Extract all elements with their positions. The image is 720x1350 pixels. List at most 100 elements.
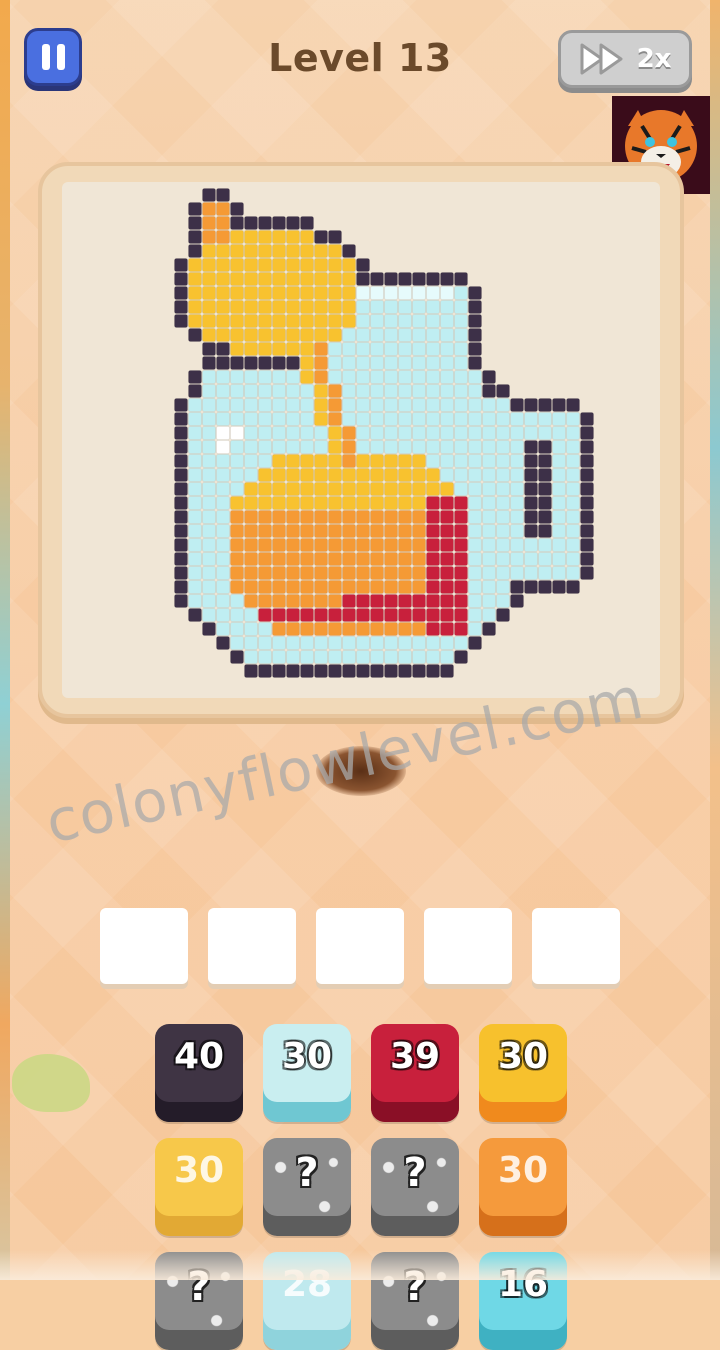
pixel-cell <box>468 622 482 636</box>
pixel-cell <box>286 230 300 244</box>
pixel-cell <box>286 608 300 622</box>
pixel-cell <box>258 398 272 412</box>
pixel-cell <box>384 608 398 622</box>
pixel-cell <box>188 412 202 426</box>
pixel-cell <box>510 454 524 468</box>
pixel-cell <box>398 384 412 398</box>
pixel-cell <box>510 552 524 566</box>
pixel-cell <box>370 608 384 622</box>
pixel-cell <box>566 496 580 510</box>
pixel-cell <box>440 468 454 482</box>
pixel-cell <box>398 622 412 636</box>
color-tile[interactable]: 39 <box>371 1024 459 1122</box>
pixel-cell <box>314 412 328 426</box>
pixel-cell <box>538 496 552 510</box>
pixel-cell <box>482 454 496 468</box>
pixel-cell <box>314 342 328 356</box>
pixel-cell <box>342 286 356 300</box>
pixel-cell <box>580 538 594 552</box>
pixel-cell <box>300 664 314 678</box>
pixel-cell <box>258 622 272 636</box>
pixel-cell <box>188 566 202 580</box>
pixel-cell <box>482 482 496 496</box>
pixel-cell <box>440 594 454 608</box>
pixel-cell <box>342 384 356 398</box>
pixel-cell <box>580 566 594 580</box>
pixel-cell <box>230 342 244 356</box>
pixel-cell <box>384 398 398 412</box>
pixel-cell <box>188 496 202 510</box>
pixel-cell <box>202 244 216 258</box>
pixel-cell <box>328 580 342 594</box>
pixel-cell <box>202 454 216 468</box>
pixel-cell <box>342 454 356 468</box>
tile-count: 39 <box>389 1036 441 1077</box>
color-tile[interactable]: 30 <box>479 1138 567 1236</box>
color-tile[interactable]: 30 <box>479 1024 567 1122</box>
pixel-cell <box>426 664 440 678</box>
pixel-cell <box>230 440 244 454</box>
pixel-cell <box>384 538 398 552</box>
pixel-cell <box>300 594 314 608</box>
color-tile[interactable]: 30 <box>263 1024 351 1122</box>
pixel-cell <box>174 314 188 328</box>
pixel-cell <box>328 370 342 384</box>
pixel-cell <box>538 510 552 524</box>
pixel-cell <box>412 552 426 566</box>
pixel-cell <box>412 286 426 300</box>
pixel-cell <box>412 608 426 622</box>
pixel-cell <box>258 258 272 272</box>
hidden-color-tile[interactable]: ? <box>263 1138 351 1236</box>
pixel-cell <box>328 258 342 272</box>
pixel-cell <box>440 608 454 622</box>
pixel-cell <box>244 482 258 496</box>
pixel-cell <box>286 650 300 664</box>
pixel-cell <box>342 636 356 650</box>
pixel-cell <box>384 552 398 566</box>
pixel-cell <box>412 510 426 524</box>
pixel-cell <box>342 566 356 580</box>
pixel-cell <box>538 580 552 594</box>
pixel-cell <box>496 468 510 482</box>
pixel-cell <box>286 454 300 468</box>
pixel-cell <box>286 440 300 454</box>
pixel-cell <box>286 300 300 314</box>
pixel-cell <box>258 552 272 566</box>
pixel-cell <box>412 272 426 286</box>
pixel-cell <box>426 426 440 440</box>
pixel-cell <box>286 258 300 272</box>
pixel-cell <box>300 258 314 272</box>
pixel-cell <box>258 594 272 608</box>
pixel-cell <box>398 454 412 468</box>
pixel-cell <box>566 580 580 594</box>
pixel-cell <box>300 552 314 566</box>
pixel-cell <box>286 524 300 538</box>
color-tile[interactable]: 30 <box>155 1138 243 1236</box>
pixel-cell <box>384 370 398 384</box>
pixel-cell <box>384 566 398 580</box>
pixel-cell <box>300 398 314 412</box>
pixel-cell <box>538 524 552 538</box>
pixel-cell <box>398 468 412 482</box>
pixel-cell <box>538 482 552 496</box>
pixel-cell <box>440 566 454 580</box>
pixel-cell <box>552 580 566 594</box>
speed-button[interactable]: 2x <box>558 30 692 88</box>
hidden-color-tile[interactable]: ? <box>371 1138 459 1236</box>
pixel-cell <box>356 384 370 398</box>
pixel-cell <box>454 272 468 286</box>
color-tile[interactable]: 40 <box>155 1024 243 1122</box>
pixel-cell <box>538 440 552 454</box>
pixel-cell <box>188 594 202 608</box>
pixel-cell <box>314 496 328 510</box>
pixel-cell <box>286 398 300 412</box>
pixel-cell <box>398 300 412 314</box>
pixel-cell <box>454 482 468 496</box>
pixel-cell <box>566 426 580 440</box>
pixel-cell <box>258 580 272 594</box>
pixel-cell <box>328 482 342 496</box>
pixel-cell <box>300 342 314 356</box>
pixel-cell <box>370 468 384 482</box>
pixel-cell <box>426 412 440 426</box>
pixel-cell <box>482 398 496 412</box>
